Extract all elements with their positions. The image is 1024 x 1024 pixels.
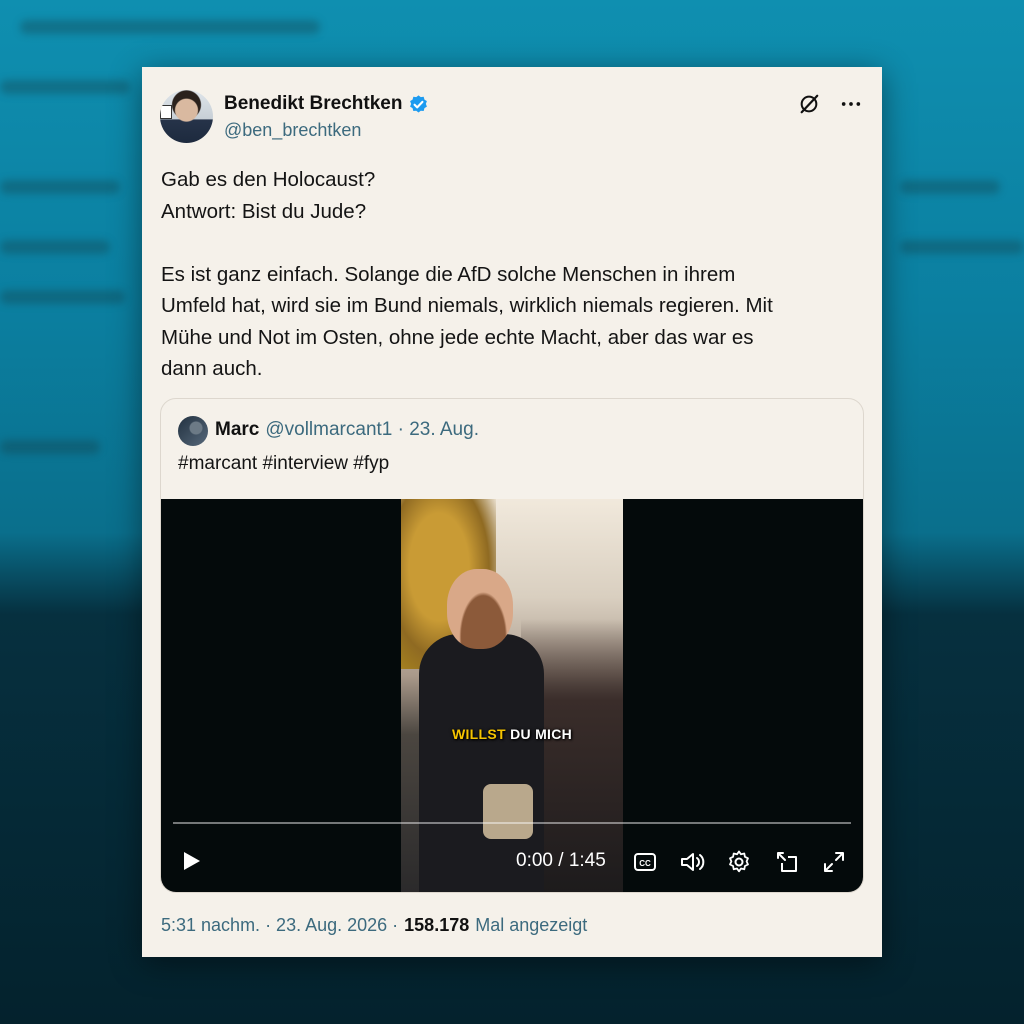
picture-in-picture-icon[interactable]	[774, 849, 800, 875]
tweet-views-label: Mal angezeigt	[475, 915, 588, 935]
background-text-line	[0, 180, 120, 194]
tweet-card[interactable]: Benedikt Brechtken @ben_brechtken Gab es…	[142, 67, 882, 957]
background-text-line	[900, 180, 1000, 194]
captions-icon[interactable]: CC	[632, 849, 658, 875]
quote-author-avatar[interactable]	[178, 416, 208, 446]
tweet-text-line: Antwort: Bist du Jude?	[161, 199, 367, 223]
tweet-text-line: Mühe und Not im Osten, ohne jede echte M…	[161, 325, 754, 349]
author-name[interactable]: Benedikt Brechtken	[224, 93, 402, 115]
tweet-views-count: 158.178	[404, 915, 470, 935]
background-text-line	[0, 290, 125, 304]
video-caption-rest: DU MICH	[510, 726, 573, 742]
video-progress-bar[interactable]	[173, 822, 851, 824]
settings-icon[interactable]	[726, 849, 752, 875]
video-controls: 0:00 / 1:45 CC	[161, 839, 863, 883]
background-text-line	[0, 440, 100, 454]
quote-author-meta[interactable]: @vollmarcant1 · 23. Aug.	[265, 419, 479, 441]
tweet-text-line: Es ist ganz einfach. Solange die AfD sol…	[161, 262, 736, 286]
background-text-line	[0, 80, 130, 94]
fullscreen-icon[interactable]	[821, 849, 847, 875]
video-time: 0:00 / 1:45	[516, 850, 606, 871]
more-icon[interactable]	[840, 93, 862, 115]
background-text-line	[0, 240, 110, 254]
quote-author-name[interactable]: Marc	[215, 419, 259, 441]
tweet-timestamp[interactable]: 5:31 nachm. · 23. Aug. 2026 ·	[161, 915, 398, 936]
tweet-text: Gab es den Holocaust? Antwort: Bist du J…	[161, 164, 861, 385]
background-text-line	[20, 20, 320, 34]
video-caption-highlight: WILLST	[451, 726, 506, 742]
author-avatar[interactable]	[160, 90, 213, 143]
video-frame[interactable]: WILLST DU MICH	[401, 499, 623, 892]
verified-badge-icon	[410, 94, 428, 112]
video-bag	[483, 784, 533, 839]
tweet-footer: 5:31 nachm. · 23. Aug. 2026 · 158.178 Ma…	[161, 915, 587, 936]
grok-icon[interactable]	[798, 93, 820, 115]
tweet-text-line: Gab es den Holocaust?	[161, 168, 376, 191]
video-person-head	[447, 569, 513, 649]
quote-text: #marcant #interview #fyp	[178, 453, 390, 474]
quote-header: Marc @vollmarcant1 · 23. Aug.	[215, 419, 479, 441]
author-name-row: Benedikt Brechtken	[224, 93, 429, 115]
author-handle[interactable]: @ben_brechtken	[224, 120, 361, 141]
play-icon[interactable]	[181, 849, 203, 873]
tweet-text-line: dann auch.	[161, 357, 263, 380]
quoted-tweet[interactable]: Marc @vollmarcant1 · 23. Aug. #marcant #…	[160, 398, 864, 893]
volume-icon[interactable]	[679, 849, 705, 875]
tweet-text-line: Umfeld hat, wird sie im Bund niemals, wi…	[161, 294, 773, 317]
video-caption: WILLST DU MICH	[401, 726, 623, 742]
video-player[interactable]: WILLST DU MICH 0:00 / 1:45 CC	[161, 499, 863, 892]
background-text-line	[900, 240, 1024, 254]
tweet-actions	[798, 93, 862, 115]
svg-text:CC: CC	[639, 859, 651, 868]
